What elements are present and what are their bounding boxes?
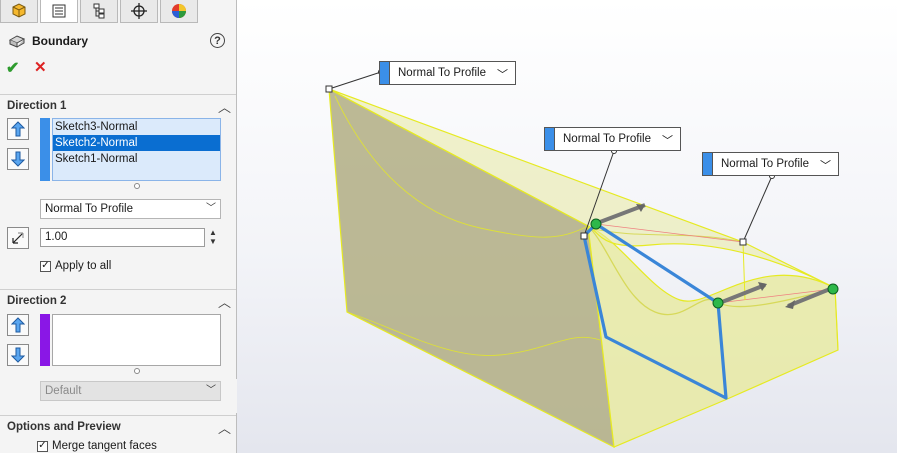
move-down-button[interactable] — [7, 148, 29, 170]
display-manager-icon — [172, 4, 186, 18]
callout-label: Normal To Profile — [721, 158, 809, 170]
callout-flag — [545, 128, 555, 150]
direction1-tangent-type-select[interactable]: Normal To Profile ﹀ — [40, 199, 221, 219]
callout-sketch2-tangent[interactable]: Normal To Profile ﹀ — [544, 127, 681, 151]
feature-title-text: Boundary — [32, 34, 89, 48]
direction1-tangent-type-value: Normal To Profile — [45, 203, 133, 215]
resize-handle[interactable] — [134, 183, 140, 189]
chevron-down-icon[interactable]: ﹀ — [820, 157, 831, 173]
list-item[interactable]: Sketch3-Normal — [53, 119, 220, 135]
tangent-length-reverse-button[interactable] — [7, 227, 29, 249]
callout-sketch1-tangent[interactable]: Normal To Profile ﹀ — [702, 152, 839, 176]
surface-right-face — [587, 225, 839, 448]
direction2-label: Direction 2 — [7, 295, 67, 307]
connector-handle — [712, 297, 724, 309]
property-manager-panel: Boundary ? ✔ ✕ Direction 1 ︿ Sketch3-Nor… — [0, 0, 237, 453]
options-section-header[interactable]: Options and Preview ︿ — [0, 415, 236, 438]
tab-property-manager[interactable] — [40, 0, 78, 23]
graphics-area[interactable]: Normal To Profile ﹀ Normal To Profile ﹀ … — [237, 0, 897, 453]
configuration-manager-icon — [93, 3, 105, 19]
apply-to-all-label: Apply to all — [55, 260, 112, 272]
checkbox-checked-icon: ✓ — [37, 440, 48, 452]
move-down-button[interactable] — [7, 344, 29, 366]
cancel-button[interactable]: ✕ — [34, 58, 47, 76]
direction2-tangent-type-select: Default ﹀ — [40, 381, 221, 401]
tab-dimxpert-manager[interactable] — [120, 0, 158, 23]
move-up-button[interactable] — [7, 314, 29, 336]
feature-title: Boundary — [8, 33, 88, 49]
callout-sketch3-tangent[interactable]: Normal To Profile ﹀ — [379, 61, 516, 85]
tangent-length-input[interactable]: 1.00 — [40, 228, 205, 247]
tab-display-manager[interactable] — [160, 0, 198, 23]
chevron-down-icon: ﹀ — [206, 385, 216, 396]
direction1-section-header[interactable]: Direction 1 ︿ — [0, 94, 236, 117]
help-button[interactable]: ? — [210, 33, 225, 48]
chevron-down-icon: ﹀ — [206, 203, 216, 214]
tangent-length-spinner[interactable]: ▲ ▼ — [209, 228, 217, 246]
merge-tangent-faces-label: Merge tangent faces — [52, 440, 157, 452]
collapse-chevron-icon[interactable]: ︿ — [218, 418, 231, 437]
arrow-down-icon — [11, 151, 25, 167]
callout-leader — [742, 175, 773, 243]
boundary-feature-icon — [8, 35, 26, 48]
direction2-tangent-type-value: Default — [45, 385, 82, 397]
chevron-down-icon[interactable]: ﹀ — [497, 66, 508, 82]
list-item[interactable]: Sketch1-Normal — [53, 151, 220, 167]
property-manager-icon — [52, 4, 66, 18]
crosshair-icon — [131, 3, 147, 19]
callout-label: Normal To Profile — [563, 133, 651, 145]
manager-tabs — [0, 0, 200, 24]
merge-tangent-faces-checkbox[interactable]: ✓ Merge tangent faces — [37, 440, 157, 452]
connector-handle — [827, 283, 839, 295]
feature-manager-icon — [12, 3, 26, 18]
endpoint-marker — [325, 85, 333, 93]
endpoint-marker — [580, 232, 588, 240]
chevron-down-icon[interactable]: ﹀ — [662, 132, 673, 148]
callout-flag — [380, 62, 390, 84]
checkbox-checked-icon: ✓ — [40, 260, 51, 272]
direction2-section-header[interactable]: Direction 2 ︿ — [0, 289, 236, 312]
arrow-up-icon — [11, 121, 25, 137]
connector-handle — [590, 218, 602, 230]
resize-handle[interactable] — [134, 368, 140, 374]
direction1-curves-list[interactable]: Sketch3-Normal Sketch2-Normal Sketch1-No… — [52, 118, 221, 181]
apply-to-all-checkbox[interactable]: ✓ Apply to all — [40, 260, 111, 272]
options-label: Options and Preview — [7, 421, 121, 433]
list-item-selected[interactable]: Sketch2-Normal — [53, 135, 220, 151]
tab-feature-manager[interactable] — [0, 0, 38, 23]
boundary-surface-preview[interactable] — [237, 0, 897, 453]
arrow-down-icon — [11, 347, 25, 363]
callout-leader — [328, 71, 382, 90]
ok-button[interactable]: ✔ — [6, 58, 19, 78]
collapse-chevron-icon[interactable]: ︿ — [218, 292, 231, 311]
endpoint-marker — [739, 238, 747, 246]
direction2-color-bar — [40, 314, 50, 366]
arrow-up-icon — [11, 317, 25, 333]
direction1-color-bar — [40, 118, 50, 181]
direction1-label: Direction 1 — [7, 100, 67, 112]
direction2-curves-list[interactable] — [52, 314, 221, 366]
move-up-button[interactable] — [7, 118, 29, 140]
tab-configuration-manager[interactable] — [80, 0, 118, 23]
collapse-chevron-icon[interactable]: ︿ — [218, 97, 231, 116]
callout-flag — [703, 153, 713, 175]
tangent-direction-icon — [12, 232, 24, 244]
callout-label: Normal To Profile — [398, 67, 486, 79]
